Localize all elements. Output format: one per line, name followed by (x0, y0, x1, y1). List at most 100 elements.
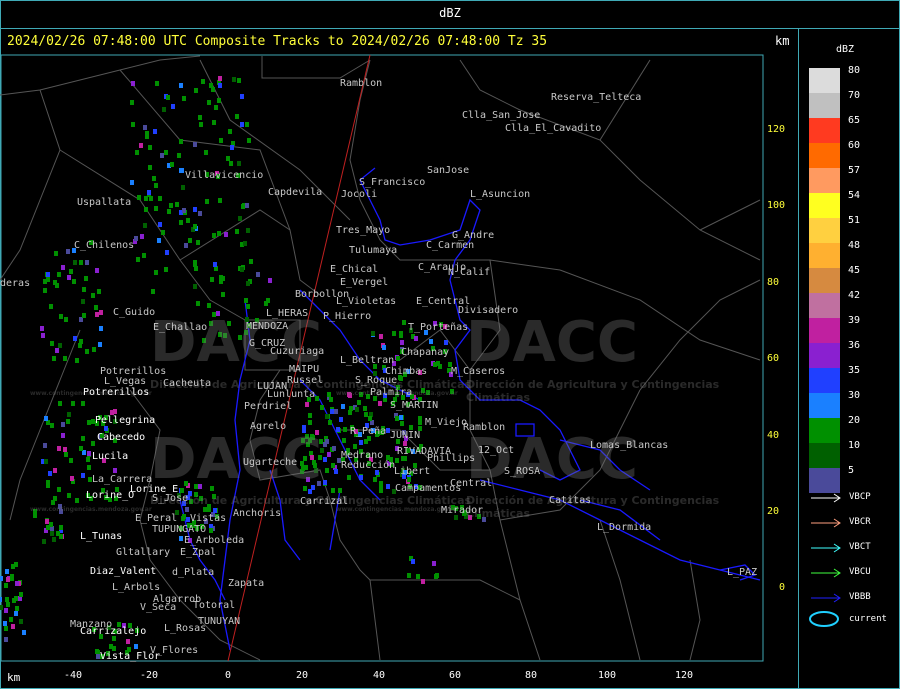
echo-pixel (55, 348, 59, 353)
city-label: MAIPU (289, 364, 320, 375)
legend-swatch-label: 70 (848, 90, 861, 101)
echo-pixel (69, 269, 73, 274)
echo-pixel (165, 250, 169, 255)
echo-pixel (305, 402, 309, 407)
echo-pixel (79, 446, 83, 451)
x-tick: 0 (225, 670, 232, 681)
city-label: L_PAZ (727, 567, 758, 578)
city-label: Lucila (92, 451, 129, 462)
echo-pixel (196, 240, 200, 245)
echo-pixel (182, 514, 186, 519)
legend-swatch (809, 68, 840, 93)
echo-pixel (158, 222, 162, 227)
echo-pixel (53, 468, 57, 473)
echo-pixel (75, 358, 79, 363)
city-label: P_Hierro (323, 311, 372, 322)
echo-pixel (49, 304, 53, 309)
city-label: TUPUNGATO (152, 524, 207, 535)
echo-pixel (44, 416, 48, 421)
track-label: VBCU (849, 567, 871, 577)
legend-swatch (809, 168, 840, 193)
x-tick: 60 (449, 670, 462, 681)
echo-pixel (237, 161, 241, 166)
echo-pixel (73, 260, 77, 265)
echo-pixel (158, 196, 162, 201)
echo-pixel (57, 446, 61, 451)
echo-pixel (142, 253, 146, 258)
city-label: Vista_Flor (100, 651, 161, 662)
echo-pixel (184, 243, 188, 248)
echo-pixel (98, 342, 102, 347)
city-label: L_Arbols (112, 582, 161, 593)
echo-pixel (373, 477, 377, 482)
echo-pixel (342, 438, 346, 443)
echo-pixel (67, 412, 71, 417)
echo-pixel (179, 536, 183, 541)
echo-pixel (359, 440, 363, 445)
city-label: N_Calif (448, 267, 491, 278)
echo-pixel (19, 592, 23, 597)
echo-pixel (22, 630, 26, 635)
legend-title: dBZ (836, 44, 855, 55)
echo-pixel (207, 303, 211, 308)
current-cell-icon (809, 611, 839, 627)
echo-pixel (323, 480, 327, 485)
echo-pixel (230, 145, 234, 150)
echo-pixel (143, 125, 147, 130)
echo-pixel (134, 236, 138, 241)
echo-pixel (84, 276, 88, 281)
echo-pixel (161, 230, 165, 235)
city-label: Uspallata (77, 197, 132, 208)
legend-swatch (809, 368, 840, 393)
echo-pixel (198, 115, 202, 120)
city-label: Lomas_Blancas (590, 440, 669, 451)
echo-pixel (143, 223, 147, 228)
city-label: S_Roque (355, 375, 398, 386)
city-label: Russel (287, 375, 324, 386)
city-label: L_Tunas (80, 531, 123, 542)
legend-swatch-label: 57 (848, 165, 861, 176)
echo-pixel (14, 611, 18, 616)
city-label: Mirador (441, 505, 484, 516)
echo-pixel (416, 574, 420, 579)
echo-pixel (396, 356, 400, 361)
echo-pixel (325, 468, 329, 473)
echo-pixel (334, 409, 338, 414)
track-label: VBCT (849, 542, 871, 552)
echo-pixel (221, 292, 225, 297)
echo-pixel (240, 94, 244, 99)
legend-swatch (809, 393, 840, 418)
echo-pixel (6, 602, 10, 607)
echo-pixel (343, 427, 347, 432)
city-label: Clla_El_Cavadito (505, 123, 602, 134)
echo-pixel (126, 639, 130, 644)
echo-pixel (67, 493, 71, 498)
x-tick: 20 (296, 670, 309, 681)
echo-pixel (78, 343, 82, 348)
legend-swatch-label: 10 (848, 440, 861, 451)
x-tick: 100 (598, 670, 617, 681)
echo-pixel (177, 153, 181, 158)
city-label: Ramblon (340, 78, 383, 89)
echo-pixel (438, 364, 442, 369)
echo-pixel (99, 310, 103, 315)
track-label: VBBB (849, 592, 871, 602)
city-label: Totoral (193, 600, 236, 611)
city-label: L_Beltran (340, 355, 395, 366)
echo-pixel (152, 176, 156, 181)
legend-swatch (809, 268, 840, 293)
city-label: Capdevila (268, 187, 323, 198)
city-label: Anchoris (233, 508, 282, 519)
legend-swatch (809, 218, 840, 243)
echo-pixel (237, 78, 241, 83)
legend-swatch-label: 45 (848, 265, 861, 276)
echo-pixel (57, 272, 61, 277)
city-label: Villavicencio (185, 170, 264, 181)
echo-pixel (240, 122, 244, 127)
city-label: Reserva_Telteca (551, 92, 642, 103)
echo-pixel (207, 100, 211, 105)
radar-map[interactable]: DACC DACC DACC DACC Dirección de Agricul… (0, 54, 765, 662)
city-label: E_Challao (153, 322, 208, 333)
legend-swatch (809, 193, 840, 218)
city-label: Chapanay (401, 347, 450, 358)
